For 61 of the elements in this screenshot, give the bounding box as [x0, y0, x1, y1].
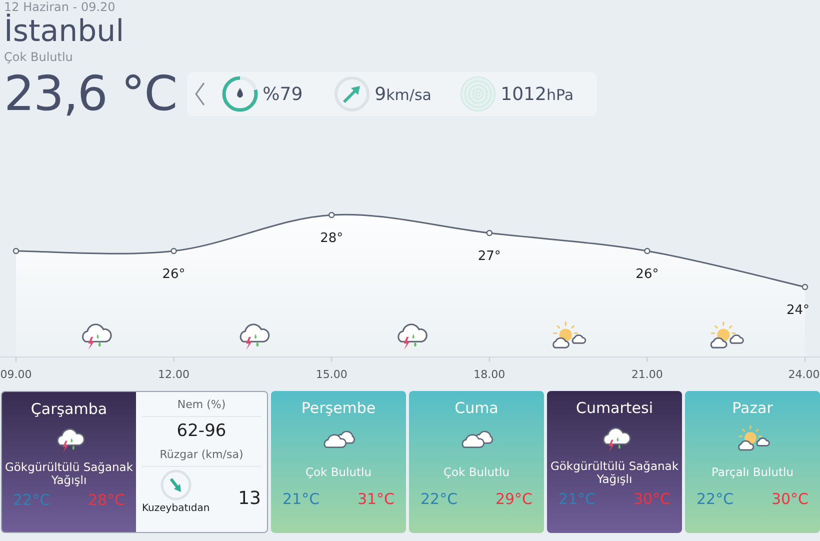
- hour-label: 09.00: [0, 368, 32, 381]
- day-condition: Gökgürültülü Sağanak Yağışlı: [549, 459, 680, 486]
- data-point: [328, 212, 335, 218]
- wind-speed-value: 13: [238, 488, 261, 509]
- data-point: [644, 248, 650, 254]
- day-name: Perşembe: [301, 399, 376, 417]
- hour-label: 24.00: [788, 368, 820, 381]
- high-temperature: 31°C: [357, 490, 394, 508]
- day-name: Cumartesi: [576, 399, 654, 417]
- humidity-range: 62-96: [176, 420, 226, 442]
- high-temperature: 30°C: [633, 490, 670, 508]
- low-temperature: 21°C: [282, 490, 320, 508]
- hour-label: 15.00: [316, 368, 348, 381]
- sun-clouds-icon: [711, 322, 744, 348]
- temperature-label: 24°: [786, 303, 810, 318]
- day-name: Pazar: [732, 399, 773, 417]
- humidity-label: Nem (%): [142, 398, 261, 417]
- data-point: [486, 230, 492, 236]
- wind-direction-text: Kuzeybatıdan: [142, 503, 210, 514]
- temperature-label: 27°: [478, 249, 501, 264]
- high-temperature: 30°C: [771, 490, 808, 508]
- date-time: 12 Haziran - 09.20: [4, 0, 116, 14]
- day-card[interactable]: Perşembe Çok Bulutlu 21°C 31°C: [271, 391, 406, 533]
- pressure-icon: [458, 75, 497, 113]
- thunderstorm-icon: [240, 324, 269, 350]
- data-point: [802, 284, 808, 290]
- humidity-gauge: [220, 75, 259, 113]
- sun-clouds-icon: [736, 423, 770, 453]
- day-card[interactable]: Cuma Çok Bulutlu 22°C 29°C: [409, 391, 544, 533]
- thunderstorm-icon: [82, 324, 112, 350]
- wind-speed: 9km/sa: [374, 84, 432, 104]
- wind-label: Rüzgar (km/sa): [142, 448, 261, 467]
- hour-label: 12.00: [158, 368, 190, 381]
- current-temperature: 23,6 °C: [4, 67, 177, 121]
- city-name: İstanbul: [4, 14, 126, 50]
- pressure-value: 1012hPa: [500, 84, 574, 104]
- condition-text: Çok Bulutlu: [4, 50, 74, 65]
- humidity-value: %79: [262, 84, 303, 104]
- thunderstorm-icon: [398, 324, 427, 350]
- high-temperature: 28°C: [88, 491, 125, 509]
- temperature-label: 26°: [162, 267, 186, 282]
- data-point: [170, 248, 177, 254]
- day-name: Cuma: [454, 399, 498, 417]
- sun-clouds-icon: [553, 322, 586, 348]
- high-temperature: 29°C: [495, 490, 532, 508]
- hour-label: 18.00: [474, 368, 506, 381]
- temperature-label: 28°: [320, 231, 344, 246]
- temperature-label: 26°: [636, 267, 659, 282]
- day-condition: Parçalı Bulutlu: [710, 464, 794, 481]
- hour-label: 21.00: [631, 368, 663, 381]
- back-chevron-icon[interactable]: [192, 81, 207, 107]
- day-condition: Çok Bulutlu: [304, 464, 373, 481]
- day-condition: Çok Bulutlu: [442, 464, 511, 481]
- wind-direction-icon: [332, 75, 371, 113]
- data-point: [12, 248, 20, 254]
- day-condition: Gökgürültülü Sağanak Yağışlı: [4, 460, 134, 487]
- day-card[interactable]: Pazar Parçalı Bulutlu 22°C 30°C: [685, 391, 820, 533]
- day-name: Çarşamba: [30, 400, 108, 418]
- low-temperature: 22°C: [420, 490, 458, 508]
- low-temperature: 22°C: [696, 490, 734, 508]
- wind-direction-icon: [160, 469, 192, 501]
